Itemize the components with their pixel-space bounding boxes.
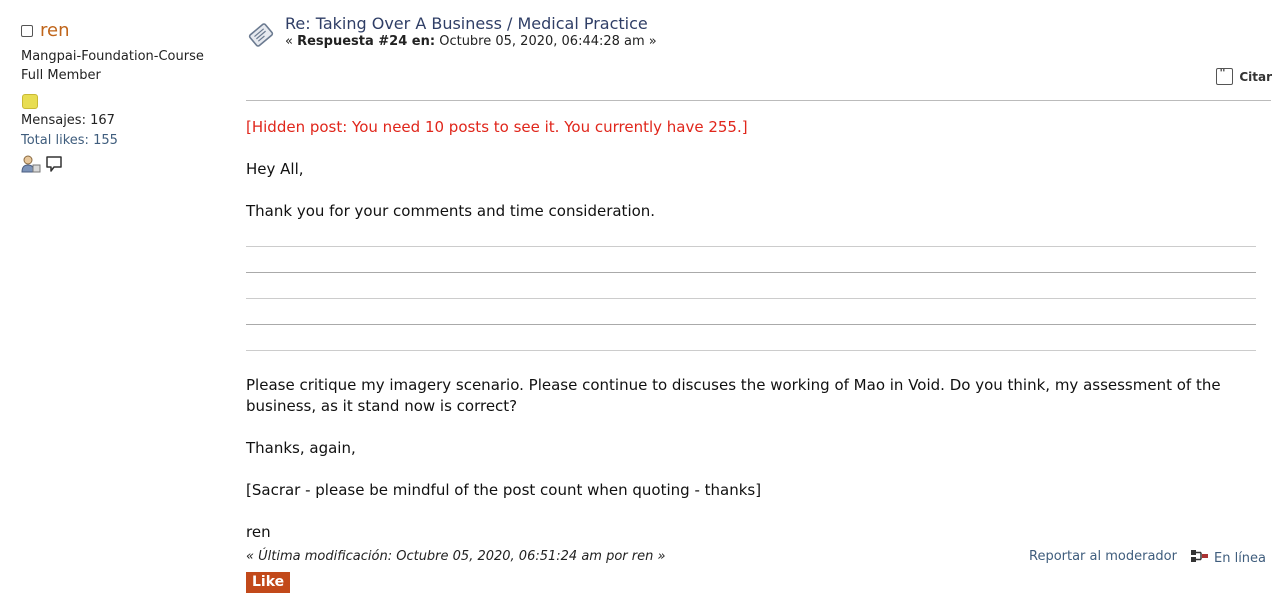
poster-username[interactable]: ren [40,20,70,41]
online-status-label: En línea [1214,550,1267,566]
online-status-icon [1190,548,1210,568]
report-to-moderator-link[interactable]: Reportar al moderador [1029,549,1177,564]
poster-info: ren Mangpai-Foundation-Course Full Membe… [0,0,230,610]
quote-button[interactable]: Citar [1216,66,1272,85]
poster-group-primary: Mangpai-Foundation-Course [21,49,204,64]
offline-status-icon [21,24,33,37]
rank-star-icon [22,94,38,109]
quote-label: Citar [1239,69,1272,84]
poster-groups: Mangpai-Foundation-Course Full Member [21,47,204,85]
post-subject-link[interactable]: Re: Taking Over A Business / Medical Pra… [285,14,648,33]
post-greeting: Hey All, [246,160,304,178]
last-modified-note: « Última modificación: Octubre 05, 2020,… [246,549,666,564]
profile-user-icon[interactable] [21,155,41,173]
moderator-note: [Sacrar - please be mindful of the post … [246,481,762,499]
post-thanks-line: Thank you for your comments and time con… [246,202,656,220]
horizontal-rule [246,324,1256,325]
hidden-post-notice: [Hidden post: You need 10 posts to see i… [246,118,748,136]
post-header-divider [246,100,1271,101]
like-button[interactable]: Like [246,572,291,593]
personal-message-icon[interactable] [45,155,63,173]
online-status: En línea [1190,548,1266,568]
post-meta: « Respuesta #24 en: Octubre 05, 2020, 06… [285,34,657,49]
horizontal-rule [246,272,1256,273]
poster-total-likes: Total likes: 155 [21,133,118,148]
post-signoff: ren [246,523,271,541]
meta-prefix: « [285,34,298,49]
horizontal-rule [246,298,1256,299]
poster-name-row: ren [21,20,70,41]
reply-number: Respuesta #24 en: [297,34,436,49]
post-date: Octubre 05, 2020, 06:44:28 am » [435,34,657,49]
poster-post-count: Mensajes: 167 [21,113,115,128]
post-critique-paragraph: Please critique my imagery scenario. Ple… [246,376,1221,415]
horizontal-rule [246,350,1256,351]
horizontal-rule [246,246,1256,247]
post-topic-icon [247,21,275,49]
poster-profile-icons [21,155,63,173]
quote-icon [1216,66,1234,85]
poster-group-secondary: Full Member [21,68,101,83]
post-thanks-again: Thanks, again, [246,439,356,457]
